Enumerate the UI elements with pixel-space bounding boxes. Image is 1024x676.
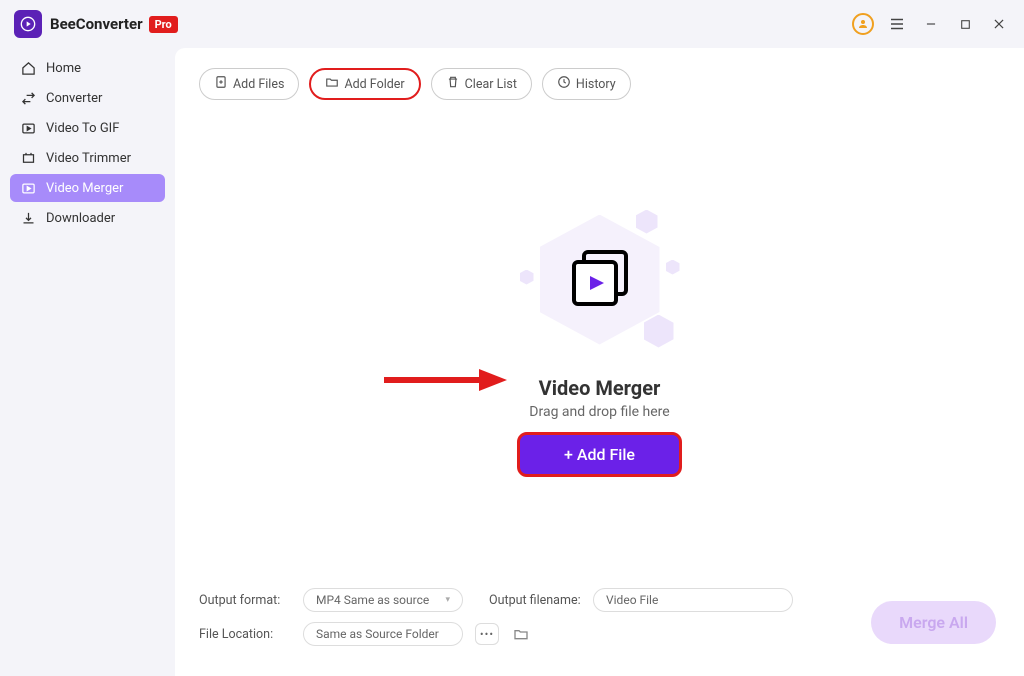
minimize-icon[interactable] [920,13,942,35]
clear-list-button[interactable]: Clear List [431,68,532,100]
sidebar-item-converter[interactable]: Converter [10,84,165,112]
open-folder-button[interactable] [511,624,531,644]
drop-zone[interactable]: Video Merger Drag and drop file here + A… [199,100,1000,576]
main-panel: Add Files Add Folder Clear List History [175,48,1024,676]
app-title: BeeConverter [50,15,143,33]
output-filename-label: Output filename: [489,593,581,608]
trimmer-icon [20,150,36,166]
file-location-select[interactable]: Same as Source Folder [303,622,463,646]
gif-icon [20,120,36,136]
sidebar-item-video-gif[interactable]: Video To GIF [10,114,165,142]
file-plus-icon [214,75,228,93]
toolbar: Add Files Add Folder Clear List History [199,68,1000,100]
add-file-button[interactable]: + Add File [517,432,682,477]
sidebar-item-label: Video To GIF [46,121,119,136]
trash-icon [446,75,460,93]
chevron-down-icon: ▾ [445,595,450,605]
close-icon[interactable] [988,13,1010,35]
sidebar-item-label: Downloader [46,211,115,226]
sidebar-item-label: Video Trimmer [46,151,131,166]
history-icon [557,75,571,93]
sidebar-item-downloader[interactable]: Downloader [10,204,165,232]
merge-all-button[interactable]: Merge All [871,601,996,644]
drop-subtitle: Drag and drop file here [529,404,669,420]
sidebar-item-trimmer[interactable]: Video Trimmer [10,144,165,172]
app-logo-icon [14,10,42,38]
maximize-icon[interactable] [954,13,976,35]
output-format-label: Output format: [199,593,291,608]
sidebar-item-label: Home [46,61,81,76]
menu-icon[interactable] [886,13,908,35]
folder-plus-icon [325,75,339,93]
home-icon [20,60,36,76]
output-format-select[interactable]: MP4 Same as source ▾ [303,588,463,612]
history-button[interactable]: History [542,68,631,100]
merger-icon [20,180,36,196]
file-location-label: File Location: [199,627,291,642]
add-files-button[interactable]: Add Files [199,68,299,100]
drop-title: Video Merger [539,376,661,400]
browse-button[interactable]: ••• [475,623,499,645]
sidebar-item-home[interactable]: Home [10,54,165,82]
user-avatar-icon[interactable] [852,13,874,35]
sidebar: Home Converter Video To GIF Video Trimme… [0,48,175,676]
converter-icon [20,90,36,106]
download-icon [20,210,36,226]
output-filename-input[interactable]: Video File [593,588,793,612]
sidebar-item-label: Video Merger [46,181,123,196]
annotation-arrow-icon [379,365,509,395]
sidebar-item-label: Converter [46,91,102,106]
sidebar-item-merger[interactable]: Video Merger [10,174,165,202]
drop-illustration [510,200,690,360]
pro-badge: Pro [149,16,178,33]
titlebar: BeeConverter Pro [0,0,1024,48]
add-folder-button[interactable]: Add Folder [309,68,420,100]
